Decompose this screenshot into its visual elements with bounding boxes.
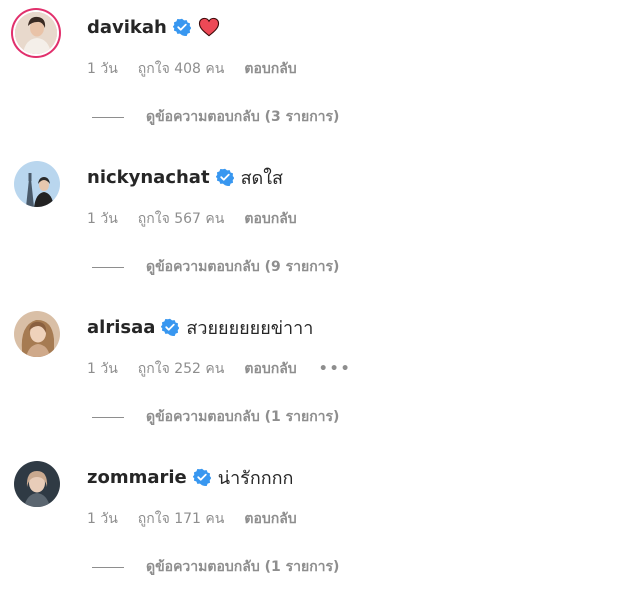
avatar[interactable]: [15, 12, 57, 54]
comment-item: davikah 1 วัน ถูกใจ 408 คน ตอบกลับ ดูข้อ…: [0, 0, 640, 150]
like-count[interactable]: ถูกใจ 567 คน: [138, 208, 225, 230]
more-options-icon[interactable]: •••: [319, 361, 352, 377]
comment-header: zommarie น่ารักกกก: [87, 464, 293, 490]
comment-meta: 1 วัน ถูกใจ 252 คน ตอบกลับ •••: [87, 358, 372, 380]
divider: [92, 266, 124, 268]
like-count[interactable]: ถูกใจ 171 คน: [138, 508, 225, 530]
username[interactable]: alrisaa: [87, 317, 155, 338]
comment-meta: 1 วัน ถูกใจ 408 คน ตอบกลับ: [87, 58, 317, 80]
red-heart-icon: [198, 17, 220, 37]
view-replies-button[interactable]: ดูข้อความตอบกลับ (3 รายการ): [92, 106, 339, 128]
view-replies-label: ดูข้อความตอบกลับ (1 รายการ): [146, 409, 340, 425]
view-replies-label: ดูข้อความตอบกลับ (3 รายการ): [146, 109, 340, 125]
comment-item: alrisaa สวยยยยยยข่าาา 1 วัน ถูกใจ 252 คน…: [0, 300, 640, 450]
comment-text: สดใส: [240, 167, 284, 189]
view-replies-button[interactable]: ดูข้อความตอบกลับ (1 รายการ): [92, 556, 339, 578]
verified-badge-icon: [172, 18, 191, 36]
like-count[interactable]: ถูกใจ 408 คน: [138, 58, 225, 80]
verified-badge-icon: [192, 468, 211, 486]
verified-badge-icon: [161, 318, 180, 336]
comment-text: น่ารักกกก: [217, 467, 294, 489]
username[interactable]: zommarie: [87, 467, 187, 488]
reply-button[interactable]: ตอบกลับ: [244, 208, 296, 230]
comment-meta: 1 วัน ถูกใจ 567 คน ตอบกลับ: [87, 208, 317, 230]
comment-time: 1 วัน: [87, 61, 118, 77]
username[interactable]: davikah: [87, 17, 167, 38]
view-replies-button[interactable]: ดูข้อความตอบกลับ (1 รายการ): [92, 406, 339, 428]
reply-button[interactable]: ตอบกลับ: [244, 58, 296, 80]
username[interactable]: nickynachat: [87, 167, 210, 188]
comment-header: davikah: [87, 14, 220, 40]
view-replies-label: ดูข้อความตอบกลับ (1 รายการ): [146, 559, 340, 575]
avatar[interactable]: [14, 461, 60, 507]
comment-header: alrisaa สวยยยยยยข่าาา: [87, 314, 313, 340]
comment-item: zommarie น่ารักกกก 1 วัน ถูกใจ 171 คน ตอ…: [0, 450, 640, 600]
avatar[interactable]: [14, 161, 60, 207]
comment-time: 1 วัน: [87, 511, 118, 527]
divider: [92, 416, 124, 418]
avatar[interactable]: [14, 311, 60, 357]
comment-time: 1 วัน: [87, 211, 118, 227]
like-count[interactable]: ถูกใจ 252 คน: [138, 358, 225, 380]
view-replies-button[interactable]: ดูข้อความตอบกลับ (9 รายการ): [92, 256, 339, 278]
view-replies-label: ดูข้อความตอบกลับ (9 รายการ): [146, 259, 340, 275]
comment-text: สวยยยยยยข่าาา: [186, 317, 314, 339]
comment-header: nickynachat สดใส: [87, 164, 283, 190]
comment-meta: 1 วัน ถูกใจ 171 คน ตอบกลับ: [87, 508, 317, 530]
comment-item: nickynachat สดใส 1 วัน ถูกใจ 567 คน ตอบก…: [0, 150, 640, 300]
reply-button[interactable]: ตอบกลับ: [244, 358, 296, 380]
comment-time: 1 วัน: [87, 361, 118, 377]
divider: [92, 116, 124, 118]
verified-badge-icon: [215, 168, 234, 186]
divider: [92, 566, 124, 568]
reply-button[interactable]: ตอบกลับ: [244, 508, 296, 530]
